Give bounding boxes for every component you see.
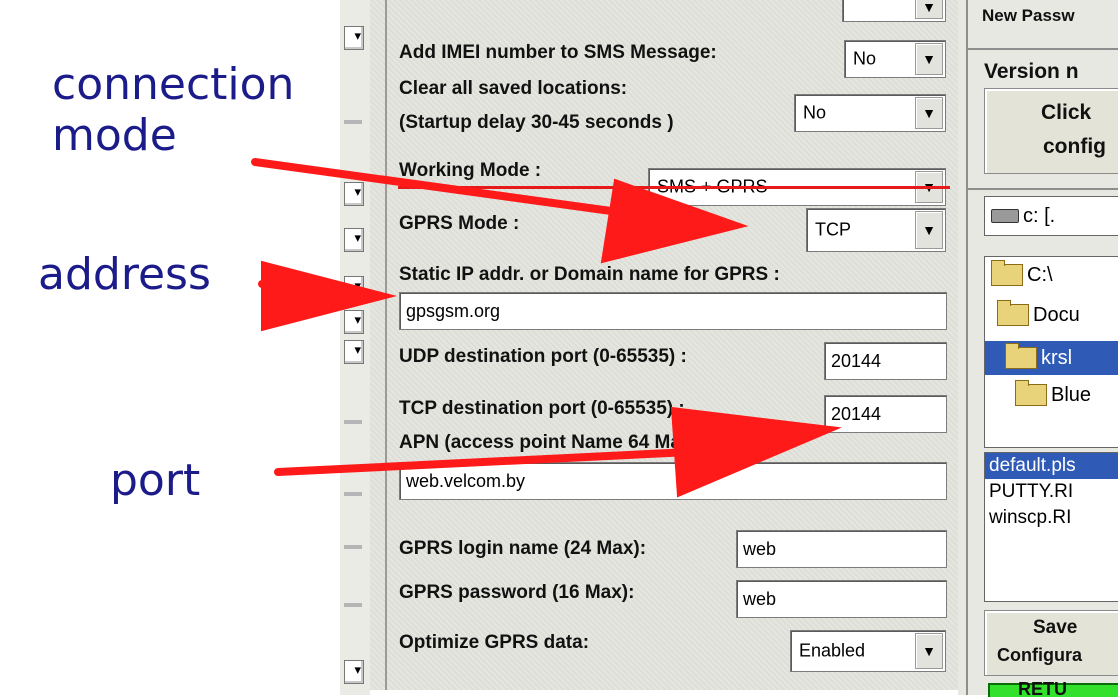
arrow-to-tcp-port (274, 406, 842, 498)
arrow-to-gprs-mode (251, 158, 749, 264)
annotation-arrows (251, 158, 842, 498)
arrow-to-static-ip (258, 260, 397, 332)
